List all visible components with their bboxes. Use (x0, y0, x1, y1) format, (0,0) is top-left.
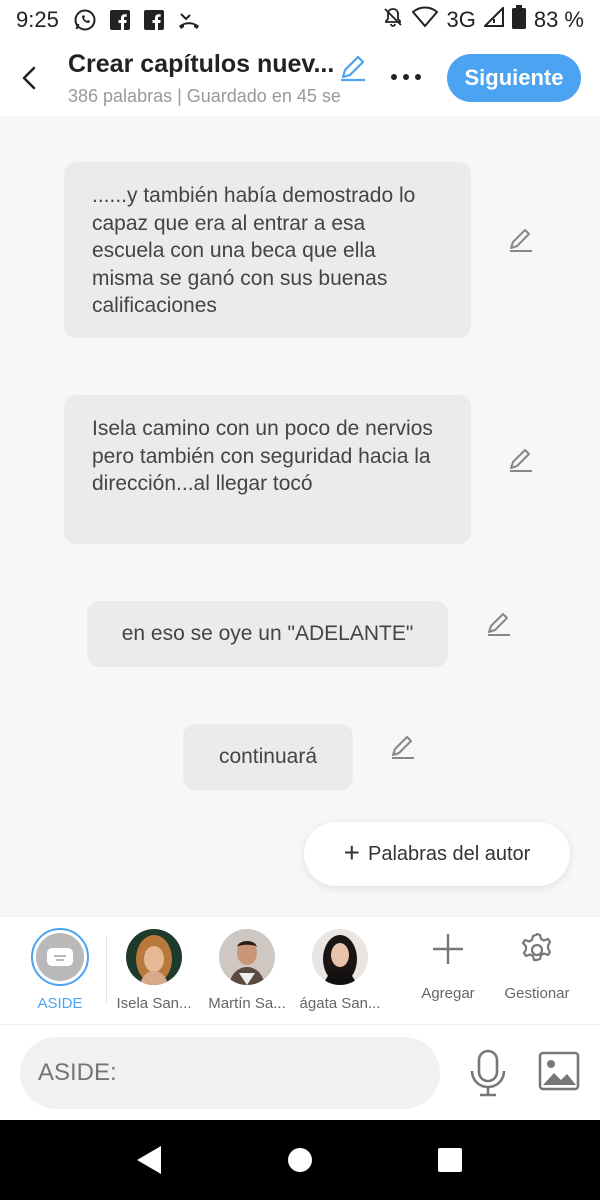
nav-recents-button[interactable] (436, 1144, 464, 1181)
message-text: Isela camino con un poco de nervios pero… (92, 417, 433, 495)
next-button[interactable]: Siguiente (447, 54, 581, 102)
more-options-button[interactable] (386, 62, 426, 92)
character-label: ágata San... (299, 995, 381, 1012)
square-recents-icon (438, 1148, 462, 1172)
save-status: 386 palabras | Guardado en 45 se (68, 86, 341, 106)
divider (106, 937, 107, 1003)
character-label: Isela San... (116, 995, 192, 1012)
edit-message-button[interactable] (507, 226, 535, 259)
edit-message-button[interactable] (507, 446, 535, 479)
editor-header: Crear capítulos nuev... 386 palabras | G… (0, 40, 600, 116)
network-type: 3G (446, 7, 476, 32)
character-martin[interactable]: Martín Sa... (202, 917, 292, 1025)
add-label: Agregar (421, 985, 475, 1002)
character-bar: ASIDE Isela San... Martín Sa... ágata Sa… (0, 916, 600, 1024)
back-button[interactable] (14, 58, 44, 98)
character-aside[interactable]: ASIDE (15, 917, 105, 1025)
message-text: ......y también había demostrado lo capa… (92, 184, 416, 317)
nav-home-button[interactable] (286, 1144, 314, 1181)
edit-message-button[interactable] (485, 610, 513, 643)
character-label: ASIDE (37, 995, 83, 1012)
dot-icon (415, 74, 421, 80)
message-bubble[interactable]: Isela camino con un poco de nervios pero… (64, 395, 471, 544)
status-time: 9:25 (16, 7, 59, 32)
battery-percent: 83 % (533, 7, 584, 32)
chapter-title[interactable]: Crear capítulos nuev... (68, 50, 336, 79)
missed-call-icon (177, 8, 201, 32)
character-isela[interactable]: Isela San... (109, 917, 199, 1025)
insert-image-button[interactable] (538, 1051, 580, 1096)
message-text: en eso se oye un "ADELANTE" (121, 622, 414, 645)
system-nav-bar (0, 1120, 600, 1200)
message-bubble[interactable]: continuará (183, 724, 353, 790)
add-character-button[interactable]: Agregar (403, 917, 493, 1025)
avatar (312, 929, 368, 985)
manage-label: Gestionar (504, 985, 570, 1002)
author-words-button[interactable]: + Palabras del autor (304, 822, 570, 886)
mute-icon (382, 6, 404, 34)
circle-home-icon (288, 1148, 312, 1172)
nav-back-button[interactable] (133, 1144, 163, 1181)
message-text: continuará (218, 745, 318, 768)
pencil-icon (510, 449, 532, 472)
edit-title-button[interactable] (338, 52, 368, 87)
edit-message-button[interactable] (389, 733, 417, 766)
message-icon (47, 948, 73, 966)
whatsapp-icon (73, 8, 97, 32)
gear-icon (519, 931, 555, 972)
image-icon (538, 1051, 580, 1091)
pencil-icon (488, 613, 510, 636)
character-agata[interactable]: ágata San... (295, 917, 385, 1025)
dot-icon (403, 74, 409, 80)
plus-icon: + (343, 837, 361, 868)
message-input[interactable] (20, 1037, 440, 1109)
battery-icon (511, 5, 526, 35)
character-label: Martín Sa... (208, 995, 286, 1012)
avatar (126, 929, 182, 985)
voice-input-button[interactable] (468, 1049, 508, 1102)
triangle-back-icon (137, 1146, 161, 1174)
pencil-icon (341, 55, 365, 82)
input-bar (0, 1024, 600, 1120)
plus-icon (432, 933, 464, 970)
pencil-icon (392, 736, 414, 759)
status-bar: 9:25 3G 83 % (0, 0, 600, 40)
wifi-icon (412, 6, 439, 34)
manage-characters-button[interactable]: Gestionar (492, 917, 582, 1025)
author-words-label: Palabras del autor (368, 842, 531, 865)
facebook-icon (143, 9, 165, 31)
avatar (219, 929, 275, 985)
chevron-left-icon (22, 66, 36, 90)
microphone-icon (470, 1049, 506, 1097)
signal-icon (482, 5, 504, 33)
dot-icon (391, 74, 397, 80)
facebook-icon (109, 9, 131, 31)
message-bubble[interactable]: ......y también había demostrado lo capa… (64, 162, 471, 338)
pencil-icon (510, 229, 532, 252)
message-bubble[interactable]: en eso se oye un "ADELANTE" (87, 601, 448, 667)
aside-avatar (31, 928, 89, 986)
